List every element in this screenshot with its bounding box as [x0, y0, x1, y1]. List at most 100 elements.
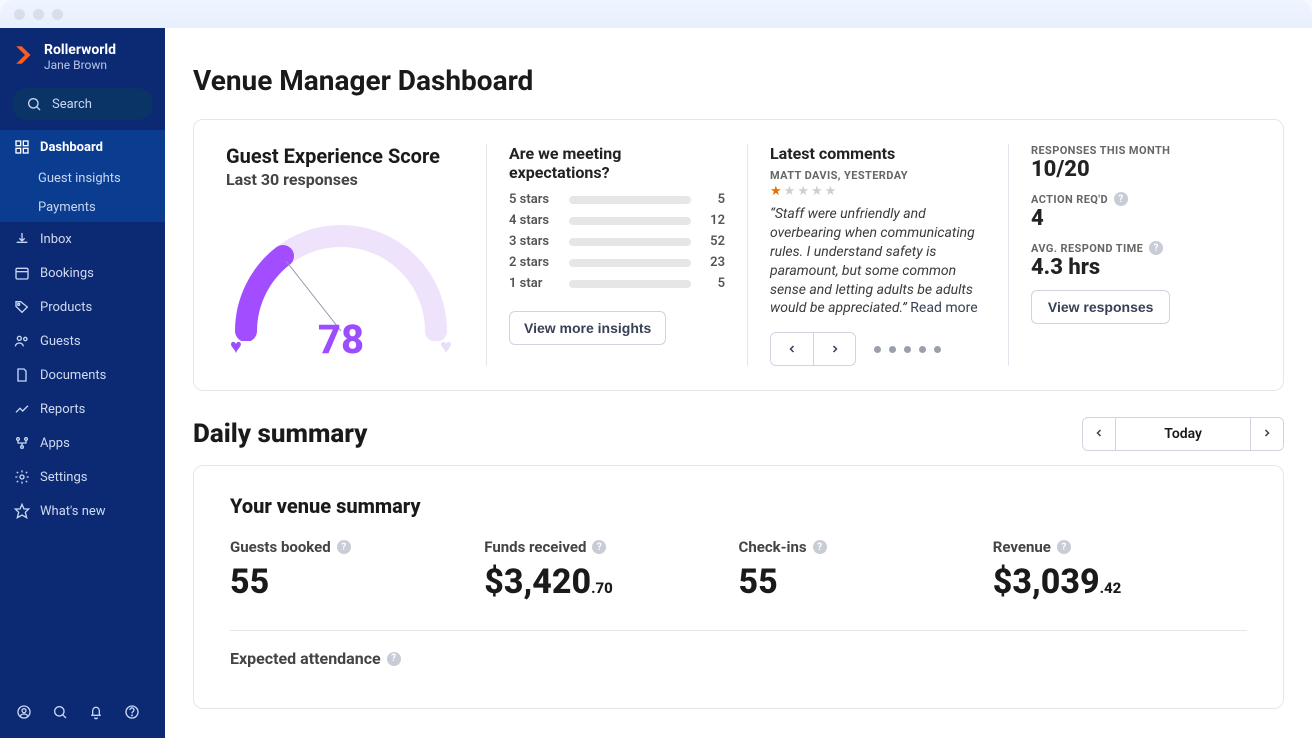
search-icon[interactable]: [52, 704, 68, 724]
bar-count: 23: [701, 255, 725, 270]
brand-block: Rollerworld Jane Brown: [0, 28, 165, 78]
nav-payments[interactable]: Payments: [0, 193, 165, 222]
read-more-link[interactable]: Read more: [910, 300, 977, 316]
bar-track: [569, 280, 691, 288]
nav-reports[interactable]: Reports: [0, 392, 165, 426]
ges-score: 78: [318, 316, 364, 363]
help-icon[interactable]: [124, 704, 140, 724]
bar-count: 5: [701, 276, 725, 291]
nav-settings[interactable]: Settings: [0, 460, 165, 494]
comments-title: Latest comments: [770, 144, 986, 163]
avg-label: AVG. RESPOND TIME: [1031, 242, 1143, 255]
chevron-right-icon: [829, 343, 841, 355]
expectations-title: Are we meeting expectations?: [509, 144, 725, 182]
view-more-insights-button[interactable]: View more insights: [509, 311, 666, 345]
help-icon[interactable]: ?: [1149, 241, 1163, 255]
pagination-dot[interactable]: [934, 346, 941, 353]
traffic-dot: [52, 9, 63, 20]
nav-whats-new[interactable]: What's new: [0, 494, 165, 528]
nav-bookings[interactable]: Bookings: [0, 256, 165, 290]
ges-title: Guest Experience Score: [226, 144, 464, 168]
help-icon[interactable]: ?: [337, 540, 351, 554]
rating-bar-row: 4 stars 12: [509, 213, 725, 228]
funds-received-label: Funds received: [484, 538, 586, 556]
chevron-left-icon: [1093, 427, 1105, 439]
date-prev-button[interactable]: [1083, 418, 1115, 450]
help-icon[interactable]: ?: [813, 540, 827, 554]
date-label[interactable]: Today: [1115, 418, 1251, 450]
dashboard-icon: [14, 139, 30, 155]
account-icon[interactable]: [16, 704, 32, 724]
expected-attendance-label: Expected attendance: [230, 649, 381, 668]
avg-value: 4.3 hrs: [1031, 255, 1170, 280]
nav-label: Dashboard: [40, 140, 103, 155]
bar-count: 12: [701, 213, 725, 228]
pagination-dot[interactable]: [919, 346, 926, 353]
bar-label: 2 stars: [509, 255, 559, 270]
venue-summary-card: Your venue summary Guests booked? 55 Fun…: [193, 465, 1284, 709]
nav-apps[interactable]: Apps: [0, 426, 165, 460]
nav-inbox[interactable]: Inbox: [0, 222, 165, 256]
star-icon: ★: [825, 184, 839, 199]
pagination-dot[interactable]: [874, 346, 881, 353]
tag-icon: [14, 299, 30, 315]
nav-documents[interactable]: Documents: [0, 358, 165, 392]
nav-label: Guest insights: [38, 171, 121, 186]
nav-guests[interactable]: Guests: [0, 324, 165, 358]
help-icon[interactable]: ?: [592, 540, 606, 554]
chevron-left-icon: [786, 343, 798, 355]
help-icon[interactable]: ?: [1057, 540, 1071, 554]
nav-products[interactable]: Products: [0, 290, 165, 324]
revenue-decimal: .42: [1100, 579, 1122, 597]
bar-count: 52: [701, 234, 725, 249]
bar-track: [569, 217, 691, 225]
bar-label: 1 star: [509, 276, 559, 291]
nav-label: Payments: [38, 200, 96, 215]
heart-broken-icon: ♥: [440, 334, 452, 359]
guest-experience-card: Guest Experience Score Last 30 responses…: [193, 119, 1284, 391]
brand-logo-icon: [14, 44, 36, 70]
star-icon: ★: [770, 184, 784, 199]
star-icon: ★: [797, 184, 811, 199]
main-content: Venue Manager Dashboard Guest Experience…: [165, 28, 1312, 738]
gear-icon: [14, 469, 30, 485]
nav-label: Inbox: [40, 232, 72, 247]
rating-bar-row: 5 stars5: [509, 192, 725, 207]
rating-bar-row: 1 star 5: [509, 276, 725, 291]
comment-pagination-dots: [874, 346, 941, 353]
nav: Dashboard Guest insights Payments Inbox …: [0, 130, 165, 528]
bell-icon[interactable]: [88, 704, 104, 724]
comment-body: “Staff were unfriendly and overbearing w…: [770, 205, 986, 318]
bar-track: [569, 238, 691, 246]
comment-author: MATT DAVIS, YESTERDAY: [770, 169, 986, 182]
star-icon: ★: [811, 184, 825, 199]
nav-label: Bookings: [40, 266, 94, 281]
nav-dashboard[interactable]: Dashboard: [0, 130, 165, 164]
pagination-dot[interactable]: [904, 346, 911, 353]
bar-track: [569, 259, 691, 267]
expectations-bars: 5 stars5 4 stars 12 3 stars 52 2 stars 23 1 sta…: [509, 192, 725, 291]
view-responses-button[interactable]: View responses: [1031, 290, 1170, 324]
nav-label: Documents: [40, 368, 106, 383]
date-next-button[interactable]: [1251, 418, 1283, 450]
bar-label: 4 stars: [509, 213, 559, 228]
pagination-dot[interactable]: [889, 346, 896, 353]
help-icon[interactable]: ?: [387, 652, 401, 666]
search-input[interactable]: Search: [12, 88, 153, 120]
next-comment-button[interactable]: [813, 333, 855, 365]
nav-label: Guests: [40, 334, 81, 349]
responses-label: RESPONSES THIS MONTH: [1031, 144, 1170, 157]
nav-guest-insights[interactable]: Guest insights: [0, 164, 165, 193]
chart-icon: [14, 401, 30, 417]
prev-comment-button[interactable]: [771, 333, 813, 365]
help-icon[interactable]: ?: [1114, 192, 1128, 206]
nav-label: Products: [40, 300, 92, 315]
brand-name: Rollerworld: [44, 42, 116, 58]
bar-label: 3 stars: [509, 234, 559, 249]
apps-icon: [14, 435, 30, 451]
bar-track: [569, 196, 691, 204]
rating-bar-row: 2 stars 23: [509, 255, 725, 270]
nav-label: Settings: [40, 470, 87, 485]
guests-booked-value: 55: [230, 562, 484, 602]
action-label: ACTION REQ'D: [1031, 193, 1108, 206]
